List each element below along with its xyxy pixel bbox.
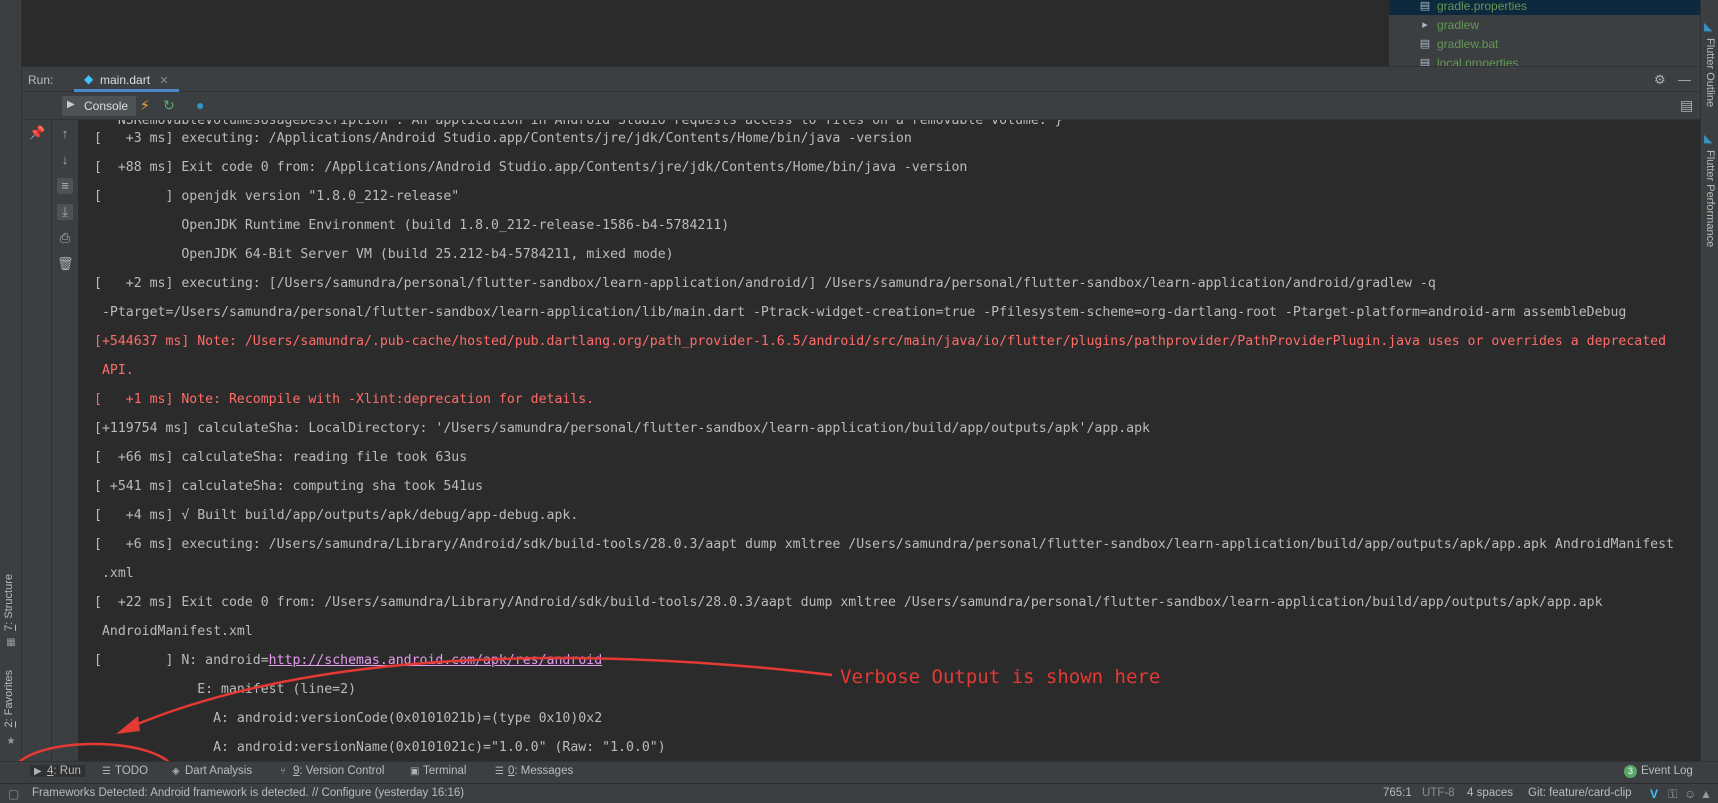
console-line-error: [ +1 ms] Note: Recompile with -Xlint:dep… [94, 392, 595, 407]
console-line-error: API. [94, 363, 134, 378]
terminal-tool-tab[interactable]: ▣ Terminal [410, 765, 466, 777]
flutter-outline-icon: ◣ [1704, 21, 1713, 33]
inspector-icon[interactable]: ☺ [1684, 787, 1696, 801]
structure-icon: ▦ [6, 637, 16, 648]
console-icon: ▶ [67, 99, 75, 110]
toggle-panels-icon[interactable]: ▢ [8, 787, 19, 801]
console-line: A: android:versionName(0x0101021c)="1.0.… [94, 740, 666, 755]
cursor-position[interactable]: 765:1 [1383, 787, 1412, 799]
lock-icon[interactable]: ⚿ [1668, 787, 1677, 802]
event-log-tool-tab[interactable]: 3 Event Log [1624, 765, 1693, 778]
console-line: AndroidManifest.xml [94, 624, 253, 639]
gear-icon[interactable]: ⚙ [1654, 72, 1666, 88]
event-count-badge: 3 [1624, 765, 1637, 778]
project-file-gradlew-bat[interactable]: ▤ gradlew.bat [1420, 35, 1499, 53]
console-line: OpenJDK 64-Bit Server VM (build 25.212-b… [94, 247, 674, 262]
git-branch[interactable]: Git: feature/card-clip [1528, 787, 1632, 799]
console-output[interactable]: "NSRemovableVolumesUsageDescription":"An… [78, 120, 1700, 761]
trash-icon[interactable]: 🗑 [57, 256, 74, 272]
console-line: [ +88 ms] Exit code 0 from: /Application… [94, 160, 968, 175]
console-line: [ +6 ms] executing: /Users/samundra/Libr… [94, 537, 1674, 552]
console-tab[interactable]: ▶ Console [62, 96, 137, 116]
console-line: [ ] openjdk version "1.8.0_212-release" [94, 189, 460, 204]
file-encoding[interactable]: UTF-8 [1422, 787, 1455, 799]
pin-icon[interactable]: 📌 [29, 125, 45, 141]
status-message[interactable]: Frameworks Detected: Android framework i… [32, 787, 464, 799]
bottom-tool-bar: ▶ 4: Run ☰ TODO ◈ Dart Analysis ⑂ 9: Version… [0, 761, 1718, 783]
run-tool-tab[interactable]: ▶ 4: Run [30, 765, 85, 777]
arrow-up-icon[interactable]: ↑ [57, 126, 73, 142]
console-line: [ +22 ms] Exit code 0 from: /Users/samun… [94, 595, 1603, 610]
list-icon: ☰ [102, 766, 111, 777]
favorites-tab[interactable]: 2: Favorites [3, 670, 15, 727]
console-line: [ +4 ms] √ Built build/app/outputs/apk/d… [94, 508, 579, 523]
run-actions-secondary: ↑ ↓ ≡ ⤓ ⎙ 🗑 [52, 120, 78, 761]
arrow-down-icon[interactable]: ↓ [57, 152, 73, 168]
console-line: [+119754 ms] calculateSha: LocalDirector… [94, 421, 1150, 436]
indent-setting[interactable]: 4 spaces [1467, 787, 1513, 799]
properties-file-icon: ▤ [1419, 0, 1431, 12]
dart-icon: ◆ [84, 72, 94, 86]
project-file-local-properties[interactable]: ▤ local.properties [1420, 54, 1519, 66]
console-line: [ +66 ms] calculateSha: reading file too… [94, 450, 468, 465]
devtools-icon[interactable]: ● [196, 97, 204, 113]
hot-reload-icon[interactable]: ⚡ [140, 97, 150, 113]
run-config-tab[interactable]: ◆ main.dart ✕ [74, 67, 179, 92]
close-icon[interactable]: ✕ [159, 75, 168, 87]
dart-analysis-icon: ◈ [172, 766, 180, 777]
run-label: Run: [28, 73, 54, 87]
console-line-with-link: [ ] N: android=http://schemas.android.co… [94, 653, 603, 668]
console-line: OpenJDK Runtime Environment (build 1.8.0… [94, 218, 730, 233]
run-window-header: Run: ◆ main.dart ✕ ⚙ — [22, 66, 1700, 92]
console-line: [ +2 ms] executing: [/Users/samundra/per… [94, 276, 1436, 291]
bat-file-icon: ▤ [1419, 38, 1431, 50]
notifications-icon[interactable]: ▲ [1700, 787, 1712, 801]
flutter-performance-tab[interactable]: Flutter Performance [1704, 150, 1716, 247]
left-tool-strip: ▦ 7: Structure ★ 2: Favorites [0, 0, 22, 783]
vim-icon[interactable]: V [1650, 787, 1658, 801]
flutter-outline-tab[interactable]: Flutter Outline [1704, 38, 1716, 107]
console-line: [ +541 ms] calculateSha: computing sha t… [94, 479, 484, 494]
console-line: E: manifest (line=2) [94, 682, 357, 697]
run-actions-primary: ■ 📌 [22, 92, 52, 761]
annotation-label: Verbose Output is shown here [840, 666, 1161, 688]
star-icon: ★ [6, 736, 16, 747]
flutter-performance-icon: ◣ [1704, 133, 1713, 145]
print-icon[interactable]: ⎙ [57, 230, 73, 246]
scroll-to-end-icon[interactable]: ⤓ [57, 204, 73, 220]
play-icon: ▶ [34, 766, 42, 777]
hot-restart-icon[interactable]: ↻ [163, 97, 175, 113]
project-file-gradle-properties[interactable]: ▤ gradle.properties [1389, 0, 1700, 15]
console-line: -Ptarget=/Users/samundra/personal/flutte… [94, 305, 1627, 320]
project-file-gradlew[interactable]: ▸ gradlew [1422, 16, 1479, 34]
console-line: A: android:versionCode(0x0101021b)=(type… [94, 711, 603, 726]
console-line: .xml [94, 566, 134, 581]
structure-tab[interactable]: 7: Structure [3, 574, 15, 631]
status-bar: ▢ Frameworks Detected: Android framework… [0, 783, 1718, 803]
dart-analysis-tool-tab[interactable]: ◈ Dart Analysis [172, 765, 252, 777]
todo-tool-tab[interactable]: ☰ TODO [102, 765, 148, 777]
layout-icon[interactable]: ▤ [1680, 97, 1693, 113]
messages-icon: ☰ [495, 766, 504, 777]
terminal-icon: ▣ [410, 766, 420, 777]
version-control-tool-tab[interactable]: ⑂ 9: Version Control [280, 765, 384, 777]
minimize-icon[interactable]: — [1678, 72, 1691, 87]
console-line: [ +3 ms] executing: /Applications/Androi… [94, 131, 912, 146]
editor-area[interactable] [22, 0, 1389, 66]
soft-wrap-icon[interactable]: ≡ [57, 178, 73, 194]
messages-tool-tab[interactable]: ☰ 0: Messages [495, 765, 573, 777]
script-file-icon: ▸ [1422, 19, 1428, 31]
right-tool-strip: ◣ Flutter Outline ◣ Flutter Performance [1700, 0, 1718, 783]
properties-file-icon: ▤ [1419, 57, 1431, 66]
project-tree: ▤ gradle.properties ▸ gradlew ▤ gradlew.… [1389, 0, 1700, 66]
run-sub-toolbar: ▶ Console ⚡ ↻ ● ▤ [22, 92, 1700, 120]
ide-window: ▦ 7: Structure ★ 2: Favorites ▤ gradle.p… [0, 0, 1718, 803]
console-line-error: [+544637 ms] Note: /Users/samundra/.pub-… [94, 334, 1667, 349]
schema-link[interactable]: http://schemas.android.com/apk/res/andro… [269, 653, 602, 668]
branch-icon: ⑂ [280, 766, 286, 777]
